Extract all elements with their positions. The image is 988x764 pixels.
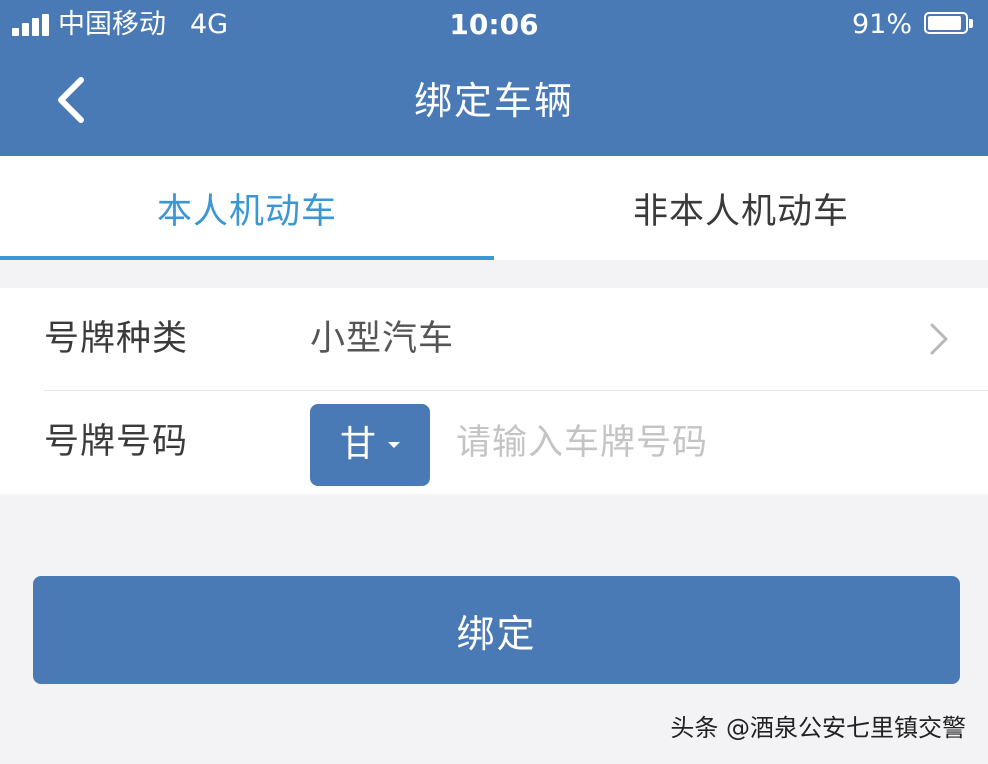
- active-tab-indicator: [0, 256, 494, 260]
- plate-number-input[interactable]: [456, 403, 956, 483]
- bind-vehicle-screen: 中国移动 4G 10:06 91% 绑定车辆 本人机动车 非本人机动车 号牌种类…: [0, 0, 988, 764]
- bind-button[interactable]: 绑定: [33, 576, 960, 684]
- plate-type-value: 小型汽车: [310, 319, 455, 359]
- chevron-right-icon: [930, 323, 948, 355]
- plate-number-label: 号牌号码: [44, 422, 189, 462]
- battery-percent: 91%: [851, 9, 912, 40]
- tab-own-vehicle[interactable]: 本人机动车: [0, 156, 494, 260]
- battery-icon: [924, 12, 974, 36]
- nav-bar: 绑定车辆: [0, 52, 988, 156]
- tab-other-vehicle-label: 非本人机动车: [632, 191, 849, 232]
- province-value: 甘: [339, 424, 376, 465]
- page-title: 绑定车辆: [413, 79, 574, 123]
- tab-bar: 本人机动车 非本人机动车: [0, 156, 988, 260]
- app-header: 中国移动 4G 10:06 91% 绑定车辆: [0, 0, 988, 156]
- province-select-button[interactable]: 甘: [310, 404, 430, 486]
- vehicle-form: 号牌种类 小型汽车 号牌号码 甘: [0, 288, 988, 494]
- status-bar: 中国移动 4G 10:06 91%: [0, 0, 988, 52]
- tab-own-vehicle-label: 本人机动车: [156, 191, 337, 232]
- plate-type-label: 号牌种类: [44, 319, 189, 359]
- caret-down-icon: [388, 442, 400, 448]
- plate-type-row[interactable]: 号牌种类 小型汽车: [0, 288, 988, 390]
- watermark-text: 头条 @酒泉公安七里镇交警: [670, 714, 966, 742]
- status-time: 10:06: [449, 8, 539, 41]
- plate-number-row: 号牌号码 甘: [0, 391, 988, 493]
- tab-other-vehicle[interactable]: 非本人机动车: [494, 156, 988, 260]
- bind-button-label: 绑定: [456, 611, 537, 656]
